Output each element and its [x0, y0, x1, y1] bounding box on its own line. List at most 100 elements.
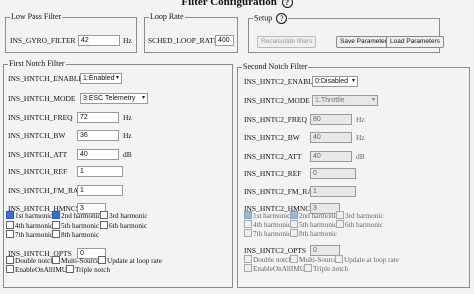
hntc2-enable-value: 0:Disabled	[315, 78, 349, 85]
checkbox[interactable]	[336, 220, 344, 229]
checkbox[interactable]	[52, 221, 60, 230]
checkbox[interactable]	[335, 255, 343, 264]
option-label: Double notch	[15, 257, 54, 265]
checkbox[interactable]	[6, 221, 14, 230]
loop-rate-input[interactable]: 400	[215, 35, 234, 46]
hntc2-enable-select[interactable]: 0:Disabled ▾	[312, 76, 358, 87]
checkbox[interactable]	[290, 211, 298, 220]
hntch-att-label: INS_HNTCH_ATT	[8, 150, 68, 159]
option-label: EnableOnAllIMUs	[253, 265, 308, 273]
low-pass-filter-group: Low Pass Filter	[5, 13, 137, 53]
hntch-fmrat-input[interactable]: 1	[77, 185, 123, 196]
hntc2-fmrat-label: INS_HNTC2_FM_RAT	[244, 187, 317, 196]
hntc2-harmonic-5[interactable]: 5th harmonic	[290, 220, 337, 229]
hntc2-harmonic-4[interactable]: 4th harmonic	[244, 220, 291, 229]
hntch-harmonic-5[interactable]: 5th harmonic	[52, 221, 100, 230]
help-icon[interactable]: ?	[281, 0, 293, 8]
load-parameters-button[interactable]: Load Parameters	[386, 36, 444, 48]
checkbox[interactable]	[244, 220, 252, 229]
option-label: Multi-Source	[299, 256, 338, 264]
hntch-harmonic-1[interactable]: 1st harmonic	[6, 211, 53, 220]
gyro-filter-label: INS_GYRO_FILTER	[10, 36, 76, 45]
hntch-att-input[interactable]: 40	[77, 149, 119, 160]
hntc2-opt-triple-notch[interactable]: Triple notch	[304, 264, 349, 273]
hntch-opt-triple-notch[interactable]: Triple notch	[66, 265, 111, 274]
checkbox[interactable]	[244, 264, 252, 273]
hntc2-bw-input[interactable]: 40	[310, 132, 352, 143]
option-label: Triple notch	[313, 265, 349, 273]
harmonic-label: 4th harmonic	[15, 222, 54, 230]
checkbox[interactable]	[336, 211, 344, 220]
checkbox[interactable]	[6, 256, 14, 265]
checkbox[interactable]	[52, 256, 60, 265]
harmonic-label: 1st harmonic	[15, 212, 53, 220]
checkbox[interactable]	[304, 264, 312, 273]
hntc2-opts-label: INS_HNTC2_OPTS	[244, 246, 307, 255]
harmonic-label: 7th harmonic	[15, 231, 54, 239]
hntch-att-unit: dB	[123, 150, 132, 159]
hntch-opt-update-loop-rate[interactable]: Update at loop rate	[98, 256, 162, 265]
recalculate-filters-button[interactable]: Recalculate filters	[257, 36, 317, 48]
option-label: Multi-Source	[61, 257, 100, 265]
hntch-harmonic-2[interactable]: 2nd harmonic	[52, 211, 101, 220]
loop-rate-group: Loop Rate	[144, 13, 238, 53]
hntc2-harmonic-3[interactable]: 3rd harmonic	[336, 211, 384, 220]
checkbox[interactable]	[244, 211, 252, 220]
harmonic-label: 2nd harmonic	[299, 212, 339, 220]
option-label: Double notch	[253, 256, 292, 264]
hntc2-fmrat-input[interactable]: 1	[310, 186, 356, 197]
checkbox[interactable]	[290, 229, 298, 238]
hntc2-harmonic-1[interactable]: 1st harmonic	[244, 211, 290, 220]
hntch-harmonic-3[interactable]: 3rd harmonic	[100, 211, 148, 220]
hntch-opt-enable-all-imus[interactable]: EnableOnAllIMUs	[6, 265, 70, 274]
hntc2-freq-input[interactable]: 80	[310, 114, 352, 125]
harmonic-label: 5th harmonic	[61, 222, 100, 230]
gyro-filter-input[interactable]: 42	[78, 35, 120, 46]
hntc2-mode-select[interactable]: 1:Throttle ▾	[312, 95, 378, 106]
hntc2-harmonic-8[interactable]: 8th harmonic	[290, 229, 337, 238]
hntc2-opt-double-notch[interactable]: Double notch	[244, 255, 292, 264]
checkbox[interactable]	[6, 265, 14, 274]
checkbox[interactable]	[98, 256, 106, 265]
hntch-harmonic-4[interactable]: 4th harmonic	[6, 221, 54, 230]
hntc2-harmonic-6[interactable]: 6th harmonic	[336, 220, 383, 229]
hntch-harmonic-6[interactable]: 6th harmonic	[100, 221, 148, 230]
checkbox[interactable]	[244, 229, 252, 238]
harmonic-label: 8th harmonic	[61, 231, 100, 239]
hntch-harmonic-7[interactable]: 7th harmonic	[6, 230, 54, 239]
harmonic-label: 3rd harmonic	[109, 212, 148, 220]
hntch-mode-select[interactable]: 3:ESC Telemetry ▾	[80, 93, 148, 104]
hntc2-att-input[interactable]: 40	[310, 151, 352, 162]
checkbox[interactable]	[66, 265, 74, 274]
hntch-harmonic-8[interactable]: 8th harmonic	[52, 230, 100, 239]
checkbox[interactable]	[52, 230, 60, 239]
checkbox[interactable]	[100, 211, 108, 220]
hntch-freq-input[interactable]: 72	[77, 112, 119, 123]
checkbox[interactable]	[52, 211, 60, 220]
hntc2-harmonic-7[interactable]: 7th harmonic	[244, 229, 291, 238]
hntch-bw-label: INS_HNTCH_BW	[8, 131, 66, 140]
hntch-opt-double-notch[interactable]: Double notch	[6, 256, 54, 265]
hntc2-att-unit: dB	[356, 152, 365, 161]
hntc2-opts-input[interactable]: 0	[310, 245, 340, 256]
checkbox[interactable]	[290, 220, 298, 229]
hntch-ref-input[interactable]: 1	[77, 166, 123, 177]
checkbox[interactable]	[290, 255, 298, 264]
option-label: Triple notch	[75, 266, 111, 274]
hntch-bw-input[interactable]: 36	[77, 130, 119, 141]
hntch-enable-select[interactable]: 1:Enabled ▾	[80, 73, 122, 84]
checkbox[interactable]	[244, 255, 252, 264]
hntc2-harmonic-2[interactable]: 2nd harmonic	[290, 211, 339, 220]
checkbox[interactable]	[6, 211, 14, 220]
hntc2-ref-input[interactable]: 0	[310, 168, 356, 179]
hntc2-opt-update-loop-rate[interactable]: Update at loop rate	[335, 255, 399, 264]
checkbox[interactable]	[100, 221, 108, 230]
hntc2-opt-multi-source[interactable]: Multi-Source	[290, 255, 338, 264]
setup-help-icon[interactable]: ?	[276, 13, 288, 24]
hntc2-opt-enable-all-imus[interactable]: EnableOnAllIMUs	[244, 264, 308, 273]
hntch-ref-label: INS_HNTCH_REF	[8, 167, 68, 176]
hntch-opt-multi-source[interactable]: Multi-Source	[52, 256, 100, 265]
hntch-mode-label: INS_HNTCH_MODE	[8, 94, 76, 103]
harmonic-label: 6th harmonic	[109, 222, 148, 230]
checkbox[interactable]	[6, 230, 14, 239]
